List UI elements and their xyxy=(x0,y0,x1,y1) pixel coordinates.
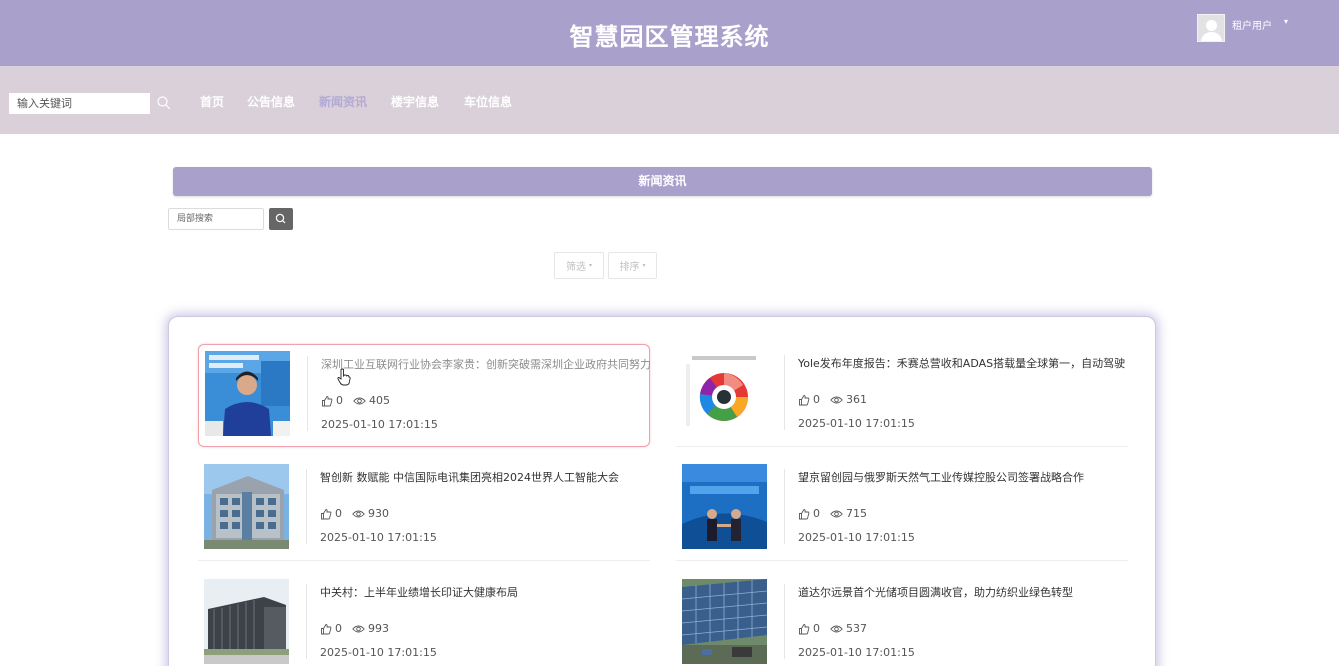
nav-link-parking[interactable]: 车位信息 xyxy=(464,93,512,110)
news-title[interactable]: 道达尔远景首个光储项目圆满收官，助力纺织业绿色转型 xyxy=(798,585,1128,600)
section-title-bar: 新闻资讯 xyxy=(173,167,1152,196)
news-date: 2025-01-10 17:01:15 xyxy=(798,417,915,430)
user-avatar-icon[interactable] xyxy=(1197,14,1225,42)
eye-icon xyxy=(830,396,843,403)
top-header: 智慧园区管理系统 租户用户 ▾ xyxy=(0,0,1339,66)
like-icon[interactable] xyxy=(798,623,810,635)
news-title[interactable]: Yole发布年度报告：禾赛总营收和ADAS搭载量全球第一，自动驾驶 xyxy=(798,356,1128,371)
news-thumbnail[interactable] xyxy=(205,351,290,436)
news-card[interactable]: 望京留创园与俄罗斯天然气工业传媒控股公司签署战略合作 0 715 2025-01… xyxy=(676,458,1128,561)
news-card[interactable]: 道达尔远景首个光储项目圆满收官，助力纺织业绿色转型 0 537 2025-01-… xyxy=(676,573,1128,666)
like-icon[interactable] xyxy=(320,508,332,520)
site-title: 智慧园区管理系统 xyxy=(569,23,770,51)
local-search-input[interactable] xyxy=(168,208,264,230)
chevron-down-icon: ▾ xyxy=(588,262,592,269)
sort-label: 排序 xyxy=(619,262,640,273)
chevron-down-icon: ▾ xyxy=(642,262,646,269)
local-search-button[interactable] xyxy=(269,208,293,230)
news-title[interactable]: 智创新 数赋能 中信国际电讯集团亮相2024世界人工智能大会 xyxy=(320,470,650,485)
view-count: 361 xyxy=(846,393,867,406)
like-icon[interactable] xyxy=(798,394,810,406)
search-icon[interactable] xyxy=(156,95,172,111)
like-count: 0 xyxy=(813,507,820,520)
like-icon[interactable] xyxy=(798,508,810,520)
eye-icon xyxy=(352,510,365,517)
nav-link-notices[interactable]: 公告信息 xyxy=(247,93,295,110)
news-date: 2025-01-10 17:01:15 xyxy=(798,531,915,544)
sort-dropdown[interactable]: 排序 ▾ xyxy=(608,252,657,279)
news-card[interactable]: 深圳工业互联网行业协会李家贵：创新突破需深圳企业政府共同努力 0 405 202… xyxy=(198,344,651,447)
search-icon xyxy=(275,213,286,224)
filter-label: 筛选 xyxy=(565,262,586,273)
news-date: 2025-01-10 17:01:15 xyxy=(320,531,437,544)
news-card[interactable]: 中关村：上半年业绩增长印证大健康布局 0 993 2025-01-10 17:0… xyxy=(198,573,650,666)
view-count: 405 xyxy=(369,394,390,407)
eye-icon xyxy=(352,625,365,632)
eye-icon xyxy=(353,397,366,404)
view-count: 537 xyxy=(846,622,867,635)
like-icon[interactable] xyxy=(320,623,332,635)
news-title[interactable]: 中关村：上半年业绩增长印证大健康布局 xyxy=(320,585,650,600)
view-count: 715 xyxy=(846,507,867,520)
like-count: 0 xyxy=(813,393,820,406)
news-thumbnail[interactable] xyxy=(682,464,767,549)
eye-icon xyxy=(830,625,843,632)
like-icon[interactable] xyxy=(321,395,333,407)
news-title[interactable]: 望京留创园与俄罗斯天然气工业传媒控股公司签署战略合作 xyxy=(798,470,1128,485)
view-count: 993 xyxy=(368,622,389,635)
nav-link-home[interactable]: 首页 xyxy=(200,93,224,110)
filter-dropdown[interactable]: 筛选 ▾ xyxy=(554,252,604,279)
like-count: 0 xyxy=(813,622,820,635)
nav-link-buildings[interactable]: 楼宇信息 xyxy=(391,93,439,110)
chevron-down-icon[interactable]: ▾ xyxy=(1284,17,1288,26)
news-card[interactable]: 智创新 数赋能 中信国际电讯集团亮相2024世界人工智能大会 0 930 202… xyxy=(198,458,650,561)
section-title: 新闻资讯 xyxy=(638,174,687,188)
news-thumbnail[interactable] xyxy=(204,464,289,549)
like-count: 0 xyxy=(336,394,343,407)
like-count: 0 xyxy=(335,622,342,635)
eye-icon xyxy=(830,510,843,517)
view-count: 930 xyxy=(368,507,389,520)
user-name[interactable]: 租户用户 xyxy=(1232,17,1272,32)
news-thumbnail[interactable] xyxy=(682,579,767,664)
nav-bar: 首页 公告信息 新闻资讯 楼宇信息 车位信息 xyxy=(0,66,1339,134)
like-count: 0 xyxy=(335,507,342,520)
user-menu[interactable]: 租户用户 ▾ xyxy=(1197,14,1288,42)
news-title[interactable]: 深圳工业互联网行业协会李家贵：创新突破需深圳企业政府共同努力 xyxy=(321,357,651,372)
hand-cursor-icon xyxy=(337,368,351,386)
news-date: 2025-01-10 17:01:15 xyxy=(321,418,438,431)
nav-link-news[interactable]: 新闻资讯 xyxy=(319,93,367,110)
news-thumbnail[interactable] xyxy=(204,579,289,664)
news-date: 2025-01-10 17:01:15 xyxy=(320,646,437,659)
search-input[interactable] xyxy=(9,93,150,114)
news-thumbnail[interactable] xyxy=(682,350,767,435)
news-date: 2025-01-10 17:01:15 xyxy=(798,646,915,659)
news-card[interactable]: Yole发布年度报告：禾赛总营收和ADAS搭载量全球第一，自动驾驶 0 361 … xyxy=(676,344,1128,447)
